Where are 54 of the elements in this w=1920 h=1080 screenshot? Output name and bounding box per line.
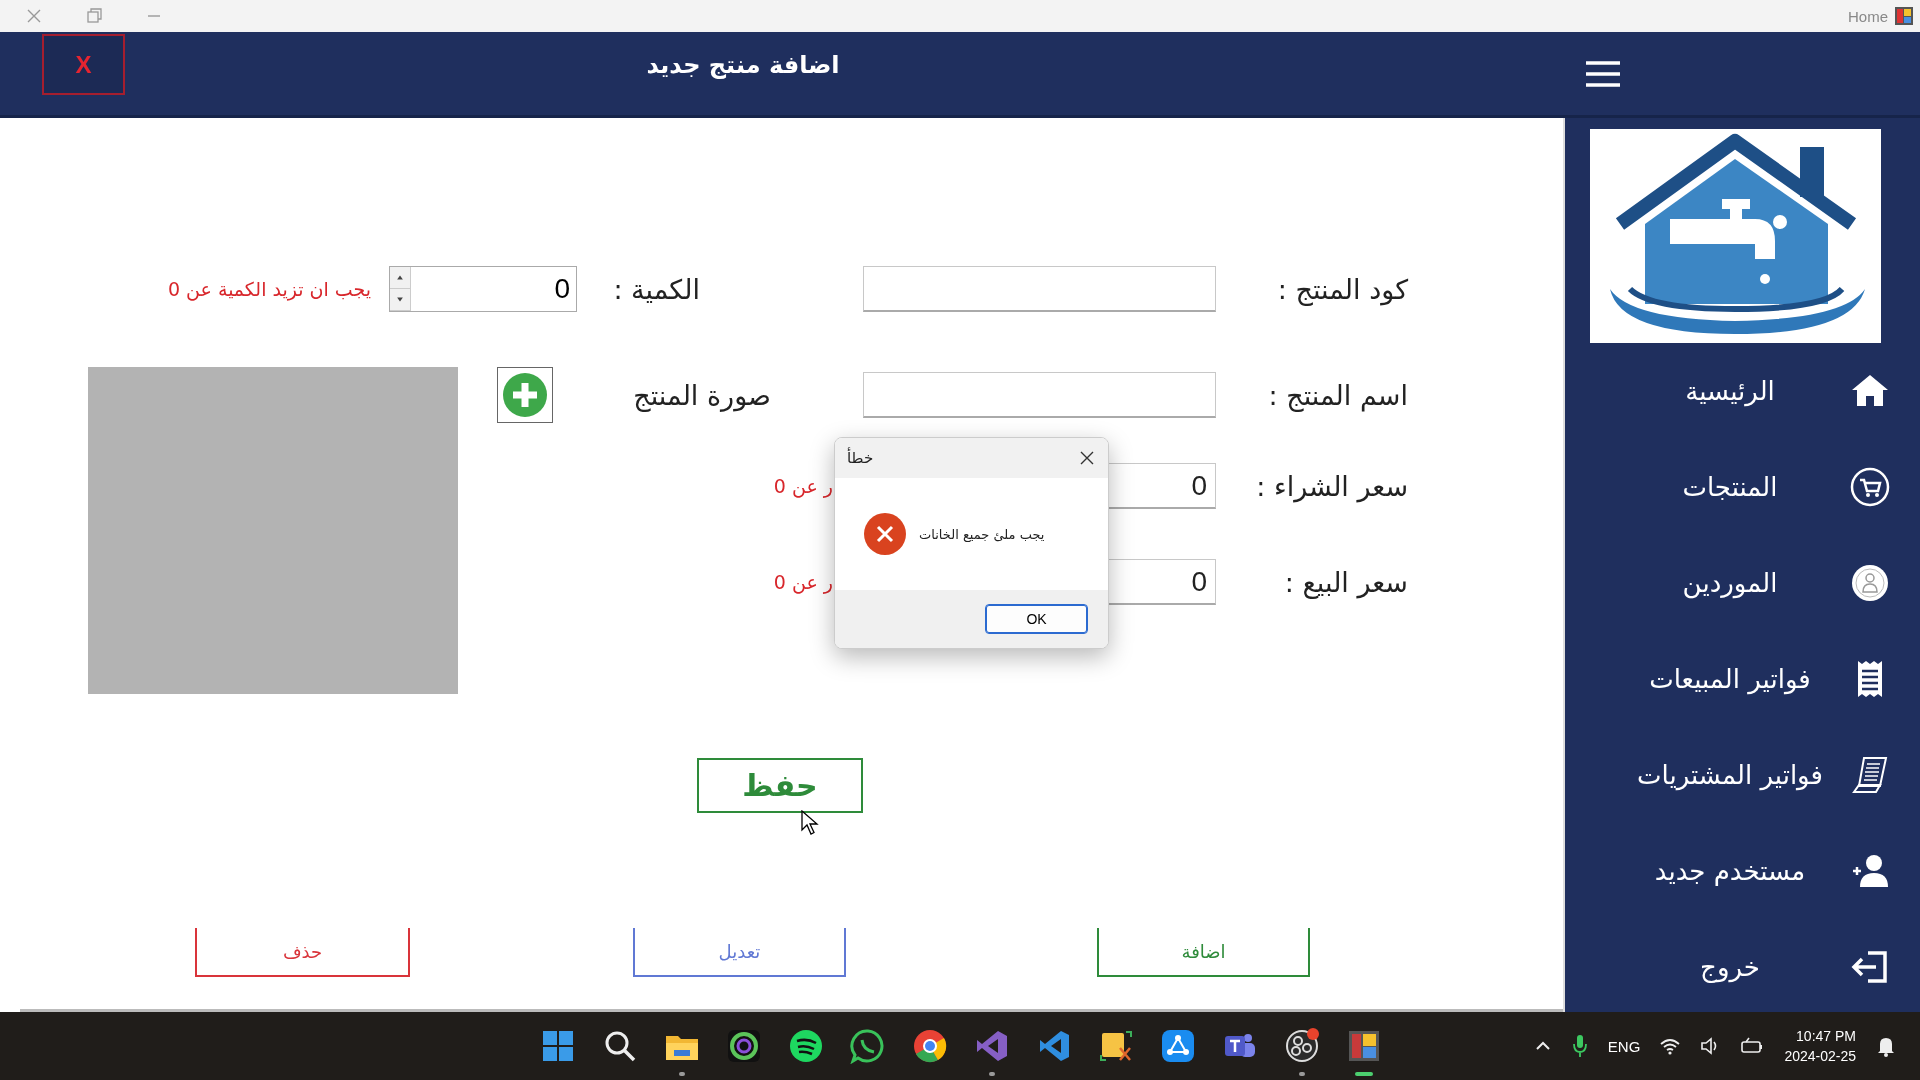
dialog-message: يجب ملئ جميع الخانات [919,526,1045,542]
page-title: اضافة منتج جديد [646,50,840,79]
nav-item[interactable]: الموردين [1682,568,1778,598]
nav-item[interactable]: مستخدم جديد [1654,856,1806,886]
add-image-button[interactable] [497,367,553,423]
field-label: كود المنتج : [1277,273,1408,305]
record-icon[interactable] [1284,1028,1320,1064]
clock-date[interactable]: 2024-02-25 [1784,1046,1856,1066]
scroll-document-icon[interactable] [1850,755,1890,795]
start-icon[interactable] [540,1028,576,1064]
cart-icon[interactable] [1850,467,1890,507]
chat-icon[interactable] [850,1028,886,1064]
nav-item[interactable]: فواتير المشتريات [1637,760,1823,790]
field-label: سعر الشراء : [1256,470,1408,502]
add-button[interactable]: اضافة [1097,928,1310,977]
microphone-icon[interactable] [1571,1034,1588,1058]
validation-message: يجب ان تزيد الكمية عن 0 [166,278,371,300]
language-indicator[interactable]: ENG [1607,1037,1641,1055]
text-field[interactable] [863,372,1216,418]
sticky-note-icon[interactable] [1098,1028,1134,1064]
tiles-icon[interactable] [1346,1028,1382,1064]
validation-message: ر عن 0 [773,475,833,497]
app-icon [1894,6,1914,26]
menu-icon[interactable] [1585,59,1621,88]
ring-icon[interactable] [726,1028,762,1064]
field-label: اسم المنتج : [1268,379,1408,411]
ide-icon[interactable] [974,1028,1010,1064]
text-field[interactable] [863,266,1216,312]
close-icon[interactable] [1078,449,1096,467]
window-title: Home [1848,7,1888,25]
nav-item[interactable]: الرئيسية [1685,376,1775,406]
ok-button[interactable]: OK [985,604,1088,634]
field-label: سعر البيع : [1284,566,1408,598]
nav-item[interactable]: المنتجات [1682,472,1778,502]
nav-item[interactable]: خروج [1700,952,1760,982]
delete-button[interactable]: حذف [195,928,410,977]
people-icon[interactable] [1850,563,1890,603]
battery-icon[interactable] [1740,1037,1765,1055]
plus-icon [502,372,548,418]
clock-time[interactable]: 10:47 PM [1796,1026,1856,1046]
notification-icon[interactable] [1876,1035,1896,1057]
field-label: الكمية : [613,273,700,305]
dialog-title: خطأ [847,449,874,467]
sound-waves-icon[interactable] [788,1028,824,1064]
save-button[interactable]: حفظ [697,758,863,813]
cursor-icon [801,810,819,836]
wifi-icon[interactable] [1660,1037,1681,1055]
validation-message: ر عن 0 [773,571,833,593]
browser-icon[interactable] [912,1028,948,1064]
edit-button[interactable]: تعديل [633,928,846,977]
error-icon [863,512,907,556]
share-icon[interactable] [1160,1028,1196,1064]
nav-item[interactable]: فواتير المبيعات [1649,664,1811,694]
field-label: صورة المنتج [633,379,771,411]
